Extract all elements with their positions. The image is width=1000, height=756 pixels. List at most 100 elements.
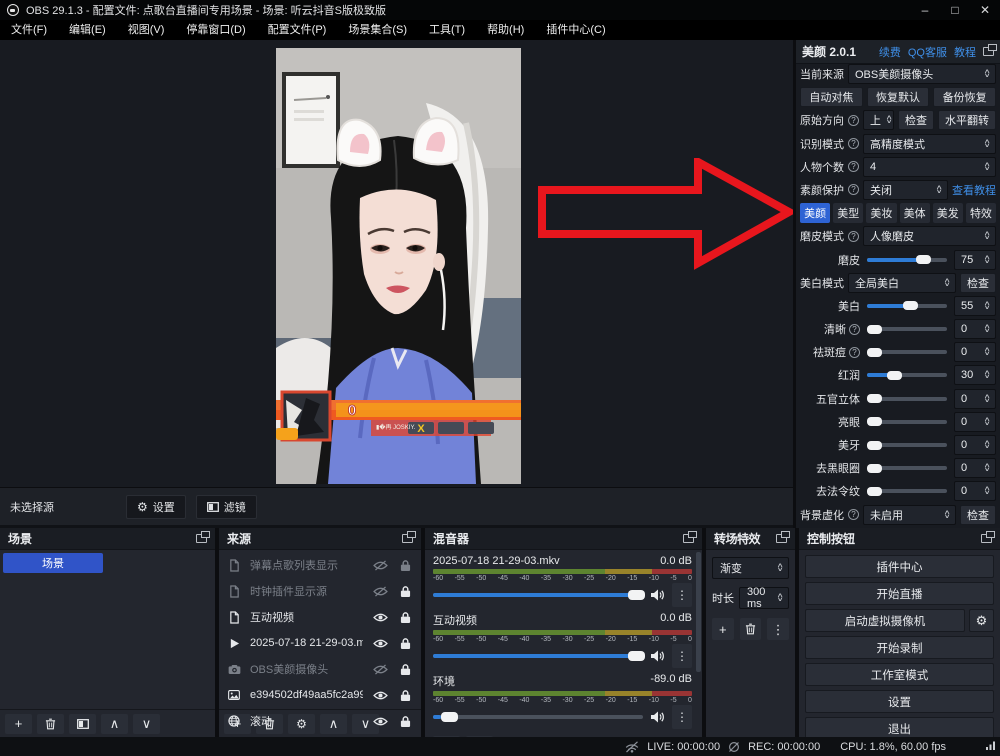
mixer-scrollbar[interactable] <box>696 552 701 672</box>
restore-default-button[interactable]: 恢复默认 <box>867 87 930 107</box>
lock-icon[interactable] <box>397 637 413 650</box>
help-icon[interactable]: ? <box>848 138 859 149</box>
source-row[interactable]: 2025-07-18 21-29-03.mkv <box>219 630 421 656</box>
flip-horizontal-button[interactable]: 水平翻转 <box>938 110 996 130</box>
lock-icon[interactable] <box>397 585 413 598</box>
start-recording-button[interactable]: 开始录制 <box>805 636 994 659</box>
nasolabial-value-stepper[interactable]: 0∧∨ <box>954 481 996 501</box>
eye-icon[interactable] <box>372 716 388 727</box>
source-row[interactable]: 时钟插件显示源 <box>219 578 421 604</box>
menu-edit[interactable]: 编辑(E) <box>58 20 117 40</box>
eye-icon[interactable] <box>372 586 388 597</box>
bright-eye-slider[interactable] <box>867 420 947 424</box>
help-icon[interactable]: ? <box>848 509 859 520</box>
virtual-camera-settings-button[interactable]: ⚙ <box>969 609 994 632</box>
lock-icon[interactable] <box>397 559 413 572</box>
help-icon[interactable]: ? <box>849 324 860 335</box>
transition-select[interactable]: 渐变 ∧∨ <box>712 557 789 579</box>
popout-icon[interactable] <box>683 534 694 543</box>
recognition-select[interactable]: 高精度模式 ∧∨ <box>863 134 996 154</box>
bright-eye-value-stepper[interactable]: 0∧∨ <box>954 412 996 432</box>
lock-icon[interactable] <box>397 715 413 728</box>
audio-options-button[interactable]: ⋮ <box>672 705 692 729</box>
help-icon[interactable]: ? <box>848 161 859 172</box>
popout-icon[interactable] <box>983 47 994 56</box>
volume-slider[interactable] <box>433 654 643 658</box>
studio-mode-button[interactable]: 工作室模式 <box>805 663 994 686</box>
menu-scene-collection[interactable]: 场景集合(S) <box>337 20 418 40</box>
eye-icon[interactable] <box>372 612 388 623</box>
dark-circle-slider[interactable] <box>867 466 947 470</box>
person-count-stepper[interactable]: 4 ∧∨ <box>863 157 996 177</box>
audio-options-button[interactable]: ⋮ <box>672 583 692 607</box>
source-filters-button[interactable]: 滤镜 <box>196 495 257 519</box>
eye-icon[interactable] <box>372 664 388 675</box>
menu-docks[interactable]: 停靠窗口(D) <box>175 20 256 40</box>
menu-file[interactable]: 文件(F) <box>0 20 58 40</box>
orientation-select[interactable]: 上 ∧∨ <box>863 110 894 130</box>
volume-slider[interactable] <box>433 715 643 719</box>
speaker-icon[interactable] <box>650 650 665 662</box>
menu-plugin-center[interactable]: 插件中心(C) <box>535 20 616 40</box>
source-row[interactable]: 弹幕点歌列表显示 <box>219 552 421 578</box>
tab-beauty[interactable]: 美颜 <box>800 203 830 223</box>
video-preview[interactable]: X 0 ▮�再 JOSKIY. <box>276 48 521 484</box>
blemish-value-stepper[interactable]: 0∧∨ <box>954 342 996 362</box>
settings-button[interactable]: 设置 <box>805 690 994 713</box>
popout-icon[interactable] <box>402 534 413 543</box>
menu-profile[interactable]: 配置文件(P) <box>257 20 338 40</box>
smooth-mode-select[interactable]: 人像磨皮 ∧∨ <box>863 226 996 246</box>
clarity-value-stepper[interactable]: 0∧∨ <box>954 319 996 339</box>
qq-support-link[interactable]: QQ客服 <box>908 44 947 60</box>
renew-link[interactable]: 续费 <box>879 44 901 60</box>
eye-icon[interactable] <box>372 560 388 571</box>
menu-view[interactable]: 视图(V) <box>117 20 176 40</box>
menu-help[interactable]: 帮助(H) <box>476 20 535 40</box>
remove-transition-button[interactable] <box>740 618 762 640</box>
help-icon[interactable]: ? <box>848 231 859 242</box>
source-row[interactable]: OBS美颜摄像头 <box>219 656 421 682</box>
popout-icon[interactable] <box>196 534 207 543</box>
whiten-value-stepper[interactable]: 55∧∨ <box>954 296 996 316</box>
dark-circle-value-stepper[interactable]: 0∧∨ <box>954 458 996 478</box>
tab-body[interactable]: 美体 <box>900 203 930 223</box>
volume-slider[interactable] <box>433 593 643 597</box>
speaker-icon[interactable] <box>650 589 665 601</box>
source-row[interactable]: e394502df49aa5fc2a99cd2e7c <box>219 682 421 708</box>
teeth-value-stepper[interactable]: 0∧∨ <box>954 435 996 455</box>
contour-slider[interactable] <box>867 397 947 401</box>
current-source-select[interactable]: OBS美颜摄像头 ∧∨ <box>848 64 996 84</box>
plugin-center-button[interactable]: 插件中心 <box>805 555 994 578</box>
tab-makeup[interactable]: 美妆 <box>866 203 896 223</box>
move-scene-down-button[interactable]: ∨ <box>133 714 160 734</box>
transition-options-button[interactable]: ⋮ <box>767 618 789 640</box>
eye-icon[interactable] <box>372 690 388 701</box>
lock-icon[interactable] <box>397 663 413 676</box>
scene-filters-button[interactable] <box>69 714 96 734</box>
contour-value-stepper[interactable]: 0∧∨ <box>954 389 996 409</box>
minimize-button[interactable]: – <box>910 0 940 20</box>
white-mode-select[interactable]: 全局美白 ∧∨ <box>848 273 956 293</box>
preview-canvas[interactable]: X 0 ▮�再 JOSKIY. <box>0 40 793 487</box>
source-row[interactable]: 互动视频 <box>219 604 421 630</box>
whiten-slider[interactable] <box>867 304 947 308</box>
add-scene-button[interactable]: + <box>5 714 32 734</box>
clarity-slider[interactable] <box>867 327 947 331</box>
help-icon[interactable]: ? <box>849 347 860 358</box>
rosy-slider[interactable] <box>867 373 947 377</box>
smooth-value-stepper[interactable]: 75∧∨ <box>954 250 996 270</box>
maximize-button[interactable]: □ <box>940 0 970 20</box>
backup-restore-button[interactable]: 备份恢复 <box>933 87 996 107</box>
add-transition-button[interactable]: + <box>712 618 734 640</box>
bg-blur-check-button[interactable]: 检查 <box>960 505 996 525</box>
rosy-value-stepper[interactable]: 30∧∨ <box>954 365 996 385</box>
scene-item[interactable]: 场景 <box>3 553 103 573</box>
tab-reshape[interactable]: 美型 <box>833 203 863 223</box>
white-check-button[interactable]: 检查 <box>960 273 996 293</box>
blemish-slider[interactable] <box>867 350 947 354</box>
source-properties-button[interactable]: ⚙ 设置 <box>126 495 186 519</box>
help-icon[interactable]: ? <box>848 184 859 195</box>
speaker-icon[interactable] <box>650 711 665 723</box>
lock-icon[interactable] <box>397 611 413 624</box>
tab-effects[interactable]: 特效 <box>966 203 996 223</box>
